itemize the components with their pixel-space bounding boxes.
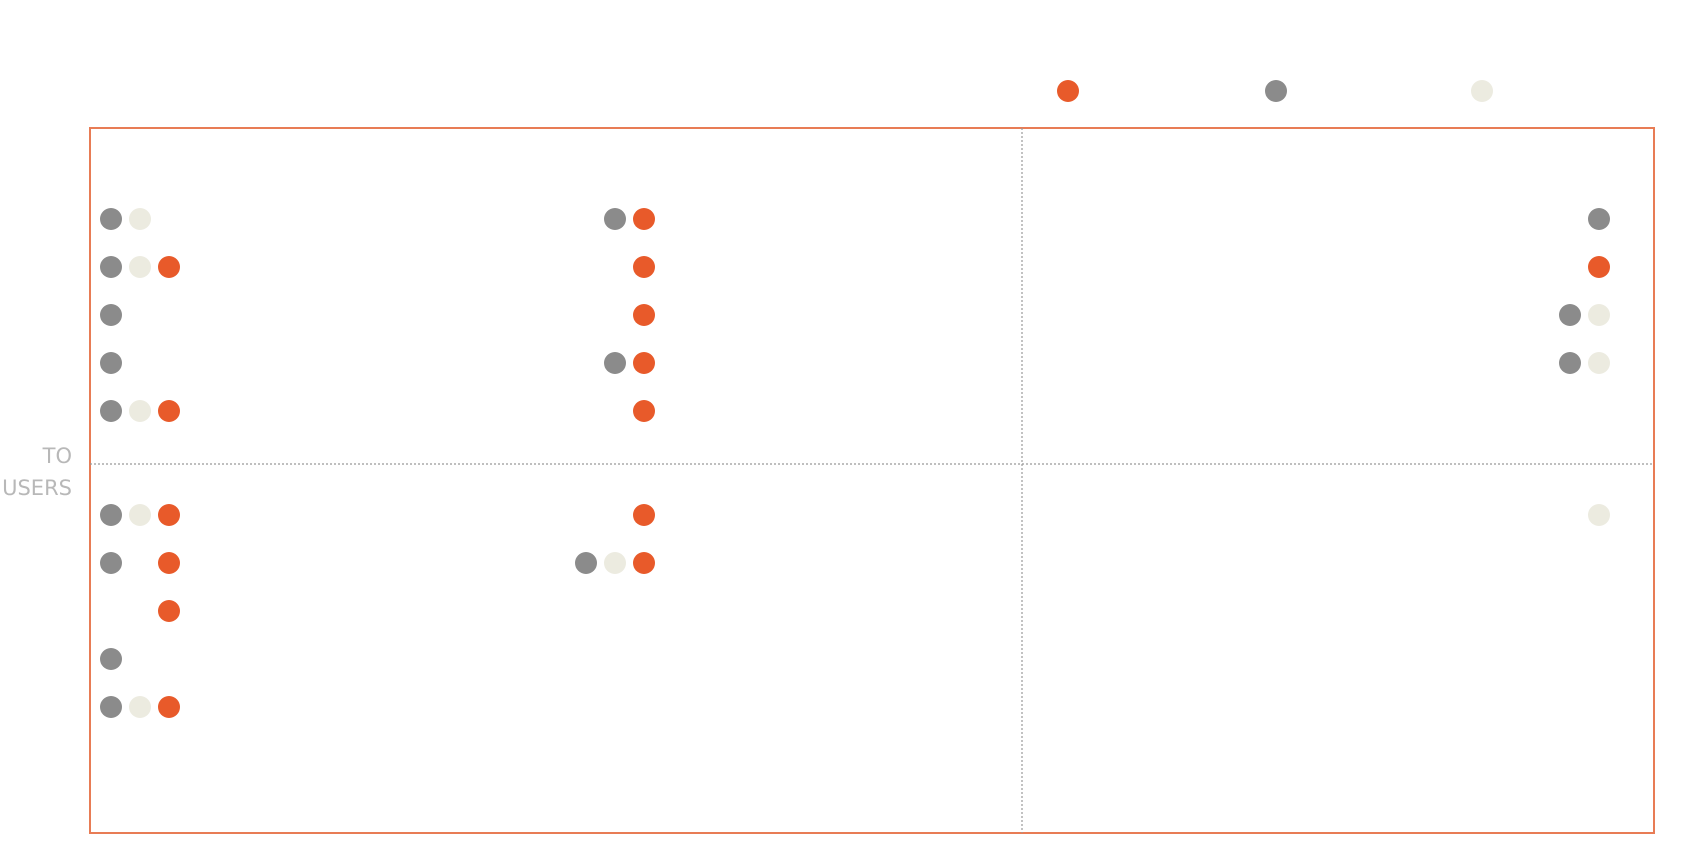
dot-cream [129, 256, 151, 278]
dot-orange [158, 552, 180, 574]
dot-gray [100, 504, 122, 526]
dot-gray [1559, 352, 1581, 374]
dot-gray [1559, 304, 1581, 326]
legend-marker-cream [1471, 80, 1493, 102]
dot-gray [100, 400, 122, 422]
dot-gray [100, 648, 122, 670]
dot-orange [633, 352, 655, 374]
dot-cream [1588, 304, 1610, 326]
dot-orange [633, 400, 655, 422]
plot-frame [89, 127, 1655, 834]
dot-cream [129, 208, 151, 230]
dot-orange [158, 696, 180, 718]
y-axis-label-line-1: TO [42, 444, 72, 468]
dot-gray [100, 552, 122, 574]
dot-orange [633, 208, 655, 230]
dot-orange [633, 304, 655, 326]
dot-orange [158, 600, 180, 622]
dot-cream [1588, 352, 1610, 374]
dot-gray [100, 208, 122, 230]
dot-orange [158, 256, 180, 278]
quadrant-chart [89, 80, 1655, 834]
dot-cream [129, 400, 151, 422]
dot-gray [1588, 208, 1610, 230]
dot-gray [604, 352, 626, 374]
legend-marker-orange [1057, 80, 1079, 102]
dot-gray [100, 256, 122, 278]
y-axis-label-line-2: USERS [2, 476, 72, 500]
y-axis-label: TO USERS [0, 440, 72, 504]
dot-orange [633, 552, 655, 574]
dot-cream [604, 552, 626, 574]
dot-cream [1588, 504, 1610, 526]
dot-gray [604, 208, 626, 230]
dot-orange [633, 256, 655, 278]
dot-gray [100, 304, 122, 326]
dot-orange [1588, 256, 1610, 278]
legend-marker-gray [1265, 80, 1287, 102]
dot-orange [633, 504, 655, 526]
dot-gray [100, 352, 122, 374]
dot-gray [575, 552, 597, 574]
dot-orange [158, 400, 180, 422]
dot-cream [129, 696, 151, 718]
dot-gray [100, 696, 122, 718]
dot-cream [129, 504, 151, 526]
dot-orange [158, 504, 180, 526]
